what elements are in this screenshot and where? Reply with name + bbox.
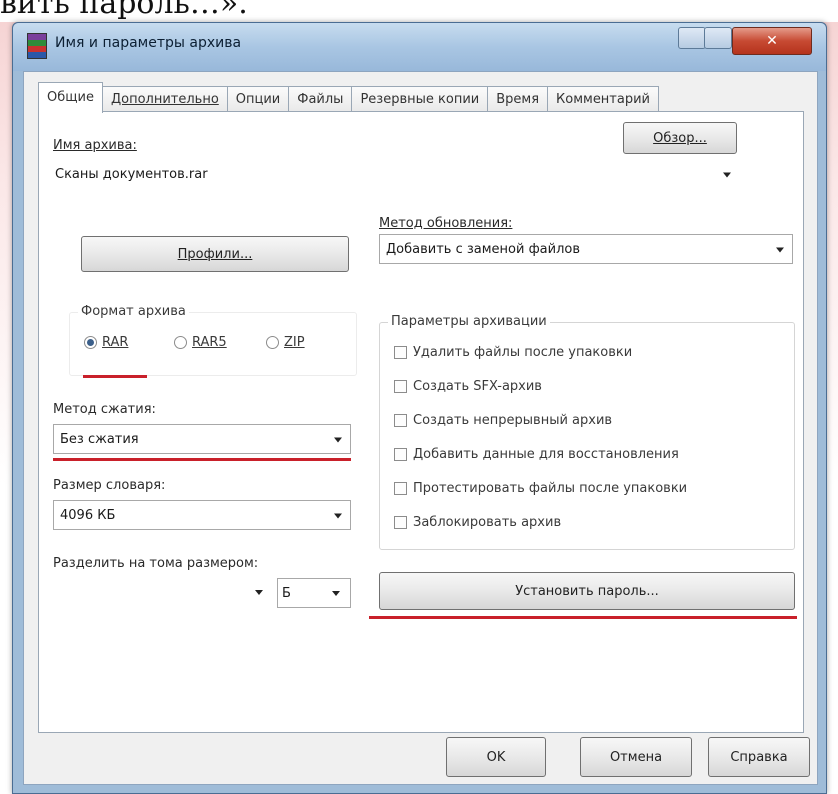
- checkbox-icon: [394, 414, 407, 427]
- ok-button-label: OK: [486, 749, 506, 765]
- update-method-value: Добавить с заменой файлов: [386, 241, 581, 257]
- chevron-down-icon[interactable]: [723, 172, 731, 178]
- help-button[interactable]: Справка: [708, 737, 810, 777]
- tab-comment[interactable]: Комментарий: [547, 86, 659, 113]
- dialog-body: Общие Дополнительно Опции Файлы Резервны…: [23, 71, 818, 785]
- archive-name-value: Сканы документов.rar: [55, 166, 208, 182]
- general-tab-content: Имя архива: Обзор... Сканы документов.ra…: [38, 111, 804, 733]
- split-unit-value: Б: [282, 585, 291, 601]
- radio-unchecked-icon: [266, 336, 279, 349]
- password-highlight-underline: [369, 616, 797, 619]
- radio-unchecked-icon: [174, 336, 187, 349]
- set-password-label: Установить пароль...: [515, 583, 659, 599]
- test-files-checkbox[interactable]: Протестировать файлы после упаковки: [394, 481, 687, 496]
- window-title: Имя и параметры архива: [55, 35, 242, 51]
- winrar-app-icon: [27, 33, 47, 59]
- cancel-button[interactable]: Отмена: [580, 737, 692, 777]
- chevron-down-icon[interactable]: [334, 437, 342, 443]
- set-password-button[interactable]: Установить пароль...: [379, 572, 795, 610]
- compression-method-select[interactable]: Без сжатия: [53, 424, 351, 454]
- tab-time[interactable]: Время: [487, 86, 549, 113]
- archive-format-group: Формат архива RAR RAR5 ZIP: [69, 304, 357, 376]
- archive-name-label: Имя архива:: [53, 138, 137, 153]
- cancel-button-label: Отмена: [609, 749, 663, 765]
- browse-button[interactable]: Обзор...: [623, 122, 737, 154]
- compression-method-value: Без сжатия: [60, 431, 139, 447]
- tab-files[interactable]: Файлы: [288, 86, 353, 113]
- dictionary-size-value: 4096 КБ: [60, 507, 116, 523]
- tab-strip: Общие Дополнительно Опции Файлы Резервны…: [38, 82, 659, 113]
- profiles-button-label: Профили...: [177, 246, 253, 262]
- delete-after-checkbox[interactable]: Удалить файлы после упаковки: [394, 345, 632, 360]
- close-icon: ✕: [766, 33, 778, 49]
- title-bar[interactable]: Имя и параметры архива ✕: [13, 23, 826, 71]
- checkbox-icon: [394, 346, 407, 359]
- chevron-down-icon[interactable]: [776, 247, 784, 253]
- radio-checked-icon: [84, 336, 97, 349]
- chevron-down-icon[interactable]: [334, 513, 342, 519]
- checkbox-icon: [394, 448, 407, 461]
- checkbox-icon: [394, 380, 407, 393]
- tab-advanced[interactable]: Дополнительно: [101, 86, 228, 113]
- solid-archive-label: Создать непрерывный архив: [413, 413, 613, 428]
- tab-general[interactable]: Общие: [38, 82, 103, 113]
- format-zip-radio[interactable]: ZIP: [266, 335, 305, 350]
- compression-highlight-underline: [53, 458, 351, 461]
- split-volumes-label: Разделить на тома размером:: [53, 556, 259, 571]
- solid-archive-checkbox[interactable]: Создать непрерывный архив: [394, 413, 612, 428]
- update-method-select[interactable]: Добавить с заменой файлов: [379, 234, 793, 264]
- archive-params-group: Параметры архивации Удалить файлы после …: [379, 314, 795, 550]
- profiles-button[interactable]: Профили...: [81, 236, 349, 272]
- lock-archive-label: Заблокировать архив: [413, 515, 562, 530]
- browse-button-label: Обзор...: [653, 130, 707, 146]
- split-size-chevron-icon[interactable]: [255, 590, 263, 595]
- format-rar-label: RAR: [102, 335, 129, 350]
- page-caption-text: вить пароль…».: [0, 0, 248, 21]
- recovery-data-checkbox[interactable]: Добавить данные для восстановления: [394, 447, 679, 462]
- tab-backups[interactable]: Резервные копии: [351, 86, 489, 113]
- format-rar5-radio[interactable]: RAR5: [174, 335, 227, 350]
- compression-method-label: Метод сжатия:: [53, 402, 156, 417]
- lock-archive-checkbox[interactable]: Заблокировать архив: [394, 515, 561, 530]
- archive-dialog: Имя и параметры архива ✕ Общие Дополните…: [12, 22, 827, 794]
- recovery-data-label: Добавить данные для восстановления: [413, 447, 679, 462]
- close-button[interactable]: ✕: [732, 27, 812, 55]
- archive-name-combobox[interactable]: Сканы документов.rar: [49, 160, 739, 188]
- dictionary-size-select[interactable]: 4096 КБ: [53, 500, 351, 530]
- update-method-label: Метод обновления:: [379, 216, 513, 231]
- dictionary-size-label: Размер словаря:: [53, 478, 166, 493]
- minimize-button[interactable]: [678, 27, 706, 49]
- archive-format-title: Формат архива: [78, 304, 189, 319]
- tab-advanced-label: Дополнительно: [110, 92, 219, 107]
- format-rar-radio[interactable]: RAR: [84, 335, 128, 350]
- delete-after-label: Удалить файлы после упаковки: [413, 345, 633, 360]
- maximize-button[interactable]: [704, 27, 732, 49]
- test-files-label: Протестировать файлы после упаковки: [413, 481, 688, 496]
- ok-button[interactable]: OK: [446, 737, 546, 777]
- rar-highlight-underline: [83, 375, 147, 378]
- help-button-label: Справка: [730, 749, 788, 765]
- checkbox-icon: [394, 516, 407, 529]
- tab-options[interactable]: Опции: [226, 86, 290, 113]
- format-zip-label: ZIP: [284, 335, 305, 350]
- checkbox-icon: [394, 482, 407, 495]
- format-rar5-label: RAR5: [192, 335, 227, 350]
- split-unit-select[interactable]: Б: [277, 578, 351, 608]
- chevron-down-icon[interactable]: [332, 591, 340, 596]
- create-sfx-label: Создать SFX-архив: [413, 379, 542, 394]
- archive-params-title: Параметры архивации: [388, 314, 550, 329]
- create-sfx-checkbox[interactable]: Создать SFX-архив: [394, 379, 542, 394]
